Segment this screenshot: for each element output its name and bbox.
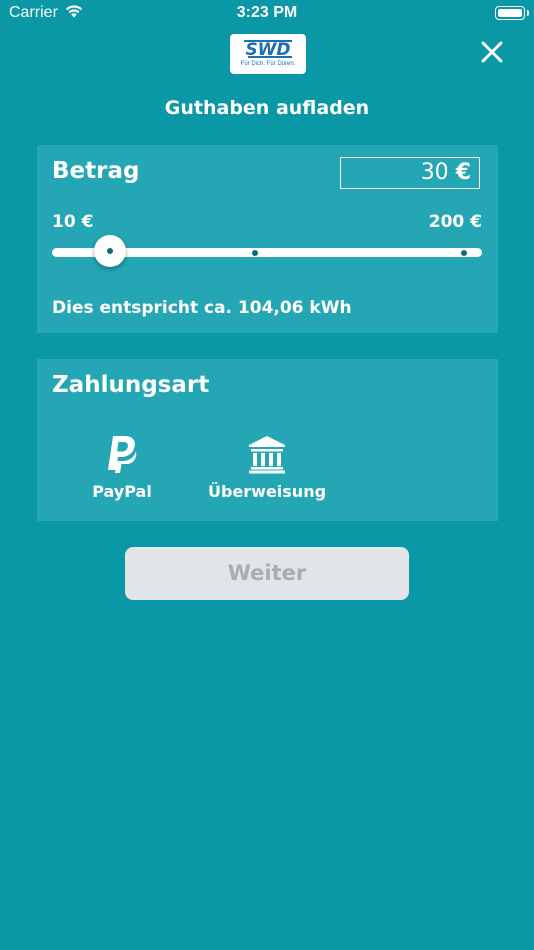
payment-card: Zahlungsart PayPal Überweisung: [37, 359, 498, 521]
close-icon: [481, 41, 503, 63]
status-bar: Carrier 3:23 PM: [0, 0, 534, 30]
payment-heading: Zahlungsart: [52, 372, 210, 398]
next-button[interactable]: Weiter: [125, 547, 409, 600]
close-button[interactable]: [478, 38, 506, 66]
swd-logo: SWD Für Dich. Für Düren.: [230, 34, 306, 74]
logo-brand: SWD: [245, 40, 291, 60]
payment-option-label: PayPal: [92, 482, 152, 501]
energy-equivalent-text: Dies entspricht ca. 104,06 kWh: [52, 298, 352, 318]
battery-icon: [495, 6, 529, 20]
amount-slider[interactable]: [52, 235, 482, 267]
range-min-label: 10 €: [52, 212, 94, 232]
range-max-label: 200 €: [428, 212, 482, 232]
page-title: Guthaben aufladen: [164, 97, 370, 119]
amount-currency: €: [455, 160, 471, 185]
amount-value: 30: [420, 160, 449, 185]
payment-option-paypal[interactable]: PayPal: [77, 434, 167, 501]
slider-tick: [461, 250, 467, 256]
amount-input[interactable]: 30 €: [340, 157, 480, 189]
amount-heading: Betrag: [52, 158, 140, 184]
bank-icon: [249, 436, 285, 474]
amount-card: Betrag 30 € 10 € 200 € Dies entspricht c…: [37, 145, 498, 333]
payment-option-transfer[interactable]: Überweisung: [202, 434, 332, 501]
logo-tagline: Für Dich. Für Düren.: [240, 61, 296, 67]
slider-thumb[interactable]: [94, 235, 127, 267]
status-time: 3:23 PM: [236, 4, 298, 21]
payment-option-label: Überweisung: [207, 482, 327, 501]
paypal-icon: [108, 436, 137, 473]
slider-tick: [252, 250, 258, 256]
